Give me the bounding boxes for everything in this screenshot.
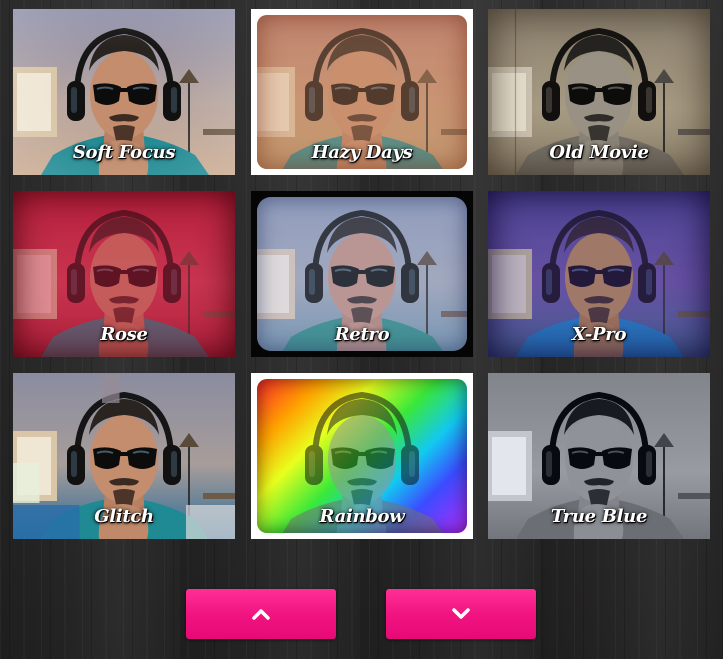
filter-tile-soft-focus[interactable]: Soft Focus <box>13 9 235 175</box>
filter-label: Rainbow <box>319 506 405 527</box>
filter-tile-rose[interactable]: Rose <box>13 191 235 357</box>
filter-tile-rainbow[interactable]: Rainbow <box>251 373 473 539</box>
filter-label: Retro <box>334 324 390 345</box>
filter-label: Soft Focus <box>72 142 176 163</box>
filter-label: Rose <box>100 324 148 345</box>
filter-tile-x-pro[interactable]: X-Pro <box>488 191 710 357</box>
page-down-button[interactable] <box>386 589 536 639</box>
filter-tile-retro[interactable]: Retro <box>251 191 473 357</box>
filter-label: Old Movie <box>549 142 649 163</box>
filter-tile-hazy-days[interactable]: Hazy Days <box>251 9 473 175</box>
filter-label: X-Pro <box>571 324 627 345</box>
filter-label: Glitch <box>94 506 154 527</box>
filter-tile-glitch[interactable]: Glitch <box>13 373 235 539</box>
filter-tile-old-movie[interactable]: Old Movie <box>488 9 710 175</box>
filter-label: Hazy Days <box>311 142 413 163</box>
filter-tile-true-blue[interactable]: True Blue <box>488 373 710 539</box>
page-up-button[interactable] <box>186 589 336 639</box>
chevron-down-icon <box>452 608 470 619</box>
filter-label: True Blue <box>550 506 648 527</box>
chevron-up-icon <box>252 609 270 620</box>
